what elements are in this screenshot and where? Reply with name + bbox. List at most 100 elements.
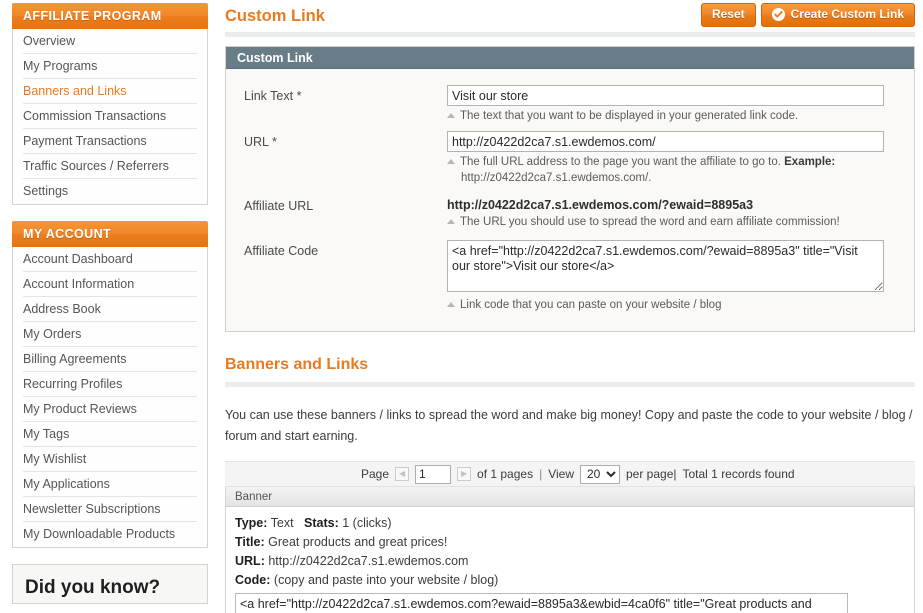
field-row-url: URL * The full URL address to the page y… <box>244 131 896 186</box>
banners-section-divider <box>225 382 915 387</box>
affiliate-code-control: <a href="http://z0422d2ca7.s1.ewdemos.co… <box>447 240 896 313</box>
sidebar-item-my-orders[interactable]: My Orders <box>23 322 197 347</box>
sidebar-item-my-product-reviews[interactable]: My Product Reviews <box>23 397 197 422</box>
banner-url-value: http://z0422d2ca7.s1.ewdemos.com <box>268 554 469 568</box>
sidebar-list-affiliate-program: Overview My Programs Banners and Links C… <box>12 29 208 205</box>
sidebar-item-my-downloadable-products[interactable]: My Downloadable Products <box>23 522 197 547</box>
sidebar-item-settings[interactable]: Settings <box>23 179 197 204</box>
affiliate-url-label: Affiliate URL <box>244 199 314 213</box>
link-text-input[interactable] <box>447 85 884 106</box>
affiliate-code-label: Affiliate Code <box>244 244 319 258</box>
url-label: URL * <box>244 135 277 149</box>
banner-type-value: Text <box>270 516 294 530</box>
banner-type-stats-line: Type: Text Stats: 1 (clicks) <box>235 514 905 533</box>
url-hint: The full URL address to the page you wan… <box>447 155 887 170</box>
url-hint-lead: The full URL address to the page you wan… <box>460 156 781 168</box>
banner-title-value: Great products and great prices! <box>268 535 448 549</box>
banner-url-line: URL: http://z0422d2ca7.s1.ewdemos.com <box>235 552 905 571</box>
affiliate-url-value: http://z0422d2ca7.s1.ewdemos.com/?ewaid=… <box>447 198 754 212</box>
view-label: View <box>548 467 574 481</box>
link-text-control: The text that you want to be displayed i… <box>447 85 896 124</box>
affiliate-url-hint: The URL you should use to spread the wor… <box>447 215 887 230</box>
sidebar-item-payment-transactions[interactable]: Payment Transactions <box>23 129 197 154</box>
per-page-label: per page| <box>626 467 677 481</box>
sidebar-item-recurring-profiles[interactable]: Recurring Profiles <box>23 372 197 397</box>
banners-grid-column-header: Banner <box>226 487 914 507</box>
affiliate-url-hint-text: The URL you should use to spread the wor… <box>460 216 840 228</box>
sidebar-item-my-programs[interactable]: My Programs <box>23 54 197 79</box>
sidebar-item-newsletter-subscriptions[interactable]: Newsletter Subscriptions <box>23 497 197 522</box>
banner-title-line: Title: Great products and great prices! <box>235 533 905 552</box>
banners-section-description: You can use these banners / links to spr… <box>225 408 913 443</box>
hint-triangle-icon <box>447 159 455 164</box>
link-text-hint-text: The text that you want to be displayed i… <box>460 110 799 122</box>
chevron-right-icon[interactable]: ▶ <box>457 467 472 481</box>
sidebar-block-affiliate-program: AFFILIATE PROGRAM Overview My Programs B… <box>12 3 208 205</box>
of-pages-label: of 1 pages <box>477 467 534 481</box>
link-text-hint: The text that you want to be displayed i… <box>447 109 887 124</box>
sidebar-item-banners-and-links[interactable]: Banners and Links <box>23 79 197 104</box>
hint-triangle-icon <box>447 219 455 224</box>
banners-section-title: Banners and Links <box>225 356 369 373</box>
url-hint-text: The full URL address to the page you wan… <box>460 155 835 170</box>
banner-title-label: Title: <box>235 535 265 549</box>
did-you-know-title: Did you know? <box>25 577 161 598</box>
banner-code-line: Code: (copy and paste into your website … <box>235 571 905 590</box>
hint-triangle-icon <box>447 113 455 118</box>
grid-pagination-toolbar: Page ◀ ▶ of 1 pages | View 20 per page| … <box>225 461 915 487</box>
sidebar-item-traffic-sources-referrers[interactable]: Traffic Sources / Referrers <box>23 154 197 179</box>
sidebar-item-account-information[interactable]: Account Information <box>23 272 197 297</box>
affiliate-url-control: http://z0422d2ca7.s1.ewdemos.com/?ewaid=… <box>447 195 896 230</box>
page-root: AFFILIATE PROGRAM Overview My Programs B… <box>0 0 923 613</box>
affiliate-code-hint: Link code that you can paste on your web… <box>447 298 887 313</box>
banner-code-note: (copy and paste into your website / blog… <box>273 573 499 587</box>
check-circle-icon <box>771 8 785 21</box>
sidebar-item-commission-transactions[interactable]: Commission Transactions <box>23 104 197 129</box>
custom-link-panel: Custom Link Link Text * The text that yo… <box>225 46 915 332</box>
did-you-know-box: Did you know? <box>12 564 208 604</box>
sidebar-item-billing-agreements[interactable]: Billing Agreements <box>23 347 197 372</box>
custom-link-panel-body: Link Text * The text that you want to be… <box>226 69 914 331</box>
create-custom-link-button[interactable]: Create Custom Link <box>760 3 915 27</box>
create-custom-link-label: Create Custom Link <box>790 7 904 21</box>
banner-stats-value: 1 (clicks) <box>342 516 392 530</box>
banners-and-links-section: Banners and Links You can use these bann… <box>225 354 915 613</box>
table-row: Type: Text Stats: 1 (clicks) Title: Grea… <box>226 507 914 613</box>
page-header: Custom Link Reset Create Custom Link <box>225 0 915 32</box>
sidebar-item-overview[interactable]: Overview <box>23 29 197 54</box>
main-content: Custom Link Reset Create Custom Link Cus… <box>225 0 915 613</box>
sidebar-item-my-tags[interactable]: My Tags <box>23 422 197 447</box>
hint-triangle-icon <box>447 302 455 307</box>
link-text-label: Link Text * <box>244 89 302 103</box>
sidebar: AFFILIATE PROGRAM Overview My Programs B… <box>12 3 208 604</box>
banner-type-label: Type: <box>235 516 268 530</box>
sidebar-item-account-dashboard[interactable]: Account Dashboard <box>23 247 197 272</box>
sidebar-block-title-my-account: MY ACCOUNT <box>12 221 208 247</box>
reset-button[interactable]: Reset <box>700 3 756 27</box>
banner-stats-label: Stats: <box>304 516 339 530</box>
page-header-divider <box>225 32 915 37</box>
sidebar-item-address-book[interactable]: Address Book <box>23 297 197 322</box>
chevron-left-icon[interactable]: ◀ <box>395 467 410 481</box>
field-row-affiliate-url: Affiliate URL http://z0422d2ca7.s1.ewdem… <box>244 195 896 230</box>
sidebar-item-my-wishlist[interactable]: My Wishlist <box>23 447 197 472</box>
page-number-input[interactable] <box>415 464 452 484</box>
field-row-link-text: Link Text * The text that you want to be… <box>244 85 896 124</box>
banner-url-label: URL: <box>235 554 265 568</box>
toolbar-separator-1: | <box>539 467 543 481</box>
sidebar-block-my-account: MY ACCOUNT Account Dashboard Account Inf… <box>12 221 208 548</box>
banner-code-label: Code: <box>235 573 271 587</box>
sidebar-block-title-affiliate-program: AFFILIATE PROGRAM <box>12 3 208 29</box>
total-records-label: Total 1 records found <box>682 467 795 481</box>
per-page-select[interactable]: 20 <box>580 464 620 484</box>
url-input[interactable] <box>447 131 884 152</box>
sidebar-item-my-applications[interactable]: My Applications <box>23 472 197 497</box>
sidebar-list-my-account: Account Dashboard Account Information Ad… <box>12 247 208 548</box>
custom-link-panel-legend: Custom Link <box>226 47 914 69</box>
field-row-affiliate-code: Affiliate Code <a href="http://z0422d2ca… <box>244 240 896 313</box>
url-hint-example-label: Example: <box>784 156 836 168</box>
banners-grid: Banner Type: Text Stats: 1 (clicks) Titl… <box>225 487 915 613</box>
url-control: The full URL address to the page you wan… <box>447 131 896 186</box>
affiliate-code-textarea[interactable]: <a href="http://z0422d2ca7.s1.ewdemos.co… <box>447 240 884 292</box>
banner-code-textarea[interactable]: <a href="http://z0422d2ca7.s1.ewdemos.co… <box>235 593 848 613</box>
